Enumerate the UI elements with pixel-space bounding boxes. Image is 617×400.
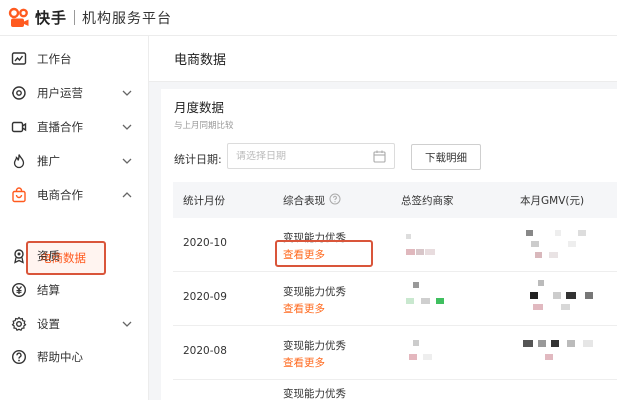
chevron-down-icon[interactable]: [118, 90, 136, 96]
column-header-gmv: 本月GMV(元): [520, 195, 585, 207]
sidebar-item-settings[interactable]: 设置: [0, 309, 149, 339]
chevron-down-icon[interactable]: [118, 321, 136, 327]
month-cell: 2020-08: [183, 345, 227, 357]
gear-icon: [11, 316, 27, 332]
sidebar-item-live[interactable]: 直播合作: [0, 112, 149, 142]
brand-divider: [74, 10, 76, 25]
date-picker[interactable]: [227, 143, 395, 169]
sidebar-item-label: 电商合作: [37, 188, 83, 202]
sidebar-item-label: 工作台: [37, 52, 72, 66]
view-more-link[interactable]: 查看更多: [283, 301, 325, 316]
month-cell: 2020-09: [183, 291, 227, 303]
shopping-bag-icon: [11, 187, 27, 203]
sidebar-item-label: 推广: [37, 154, 60, 168]
date-input[interactable]: [236, 150, 366, 162]
section-title: 月度数据: [174, 100, 225, 115]
dashboard-icon: [11, 51, 27, 67]
page-title: 电商数据: [174, 53, 227, 68]
chevron-up-icon[interactable]: [118, 192, 136, 198]
sidebar-item-workbench[interactable]: 工作台: [0, 44, 149, 74]
brand-name: 快手: [35, 9, 68, 27]
column-header-merchants: 总签约商家: [401, 195, 454, 207]
view-more-link[interactable]: 查看更多: [283, 355, 325, 370]
certificate-icon: [11, 248, 27, 264]
table-row: 2020-09 变现能力优秀 查看更多: [173, 272, 617, 326]
platform-name: 机构服务平台: [82, 10, 173, 27]
question-circle-icon[interactable]: [329, 193, 341, 208]
date-filter-label: 统计日期:: [174, 153, 222, 166]
sidebar-item-qualification[interactable]: 资质: [0, 241, 149, 271]
user-ops-icon: [11, 85, 27, 101]
column-header-performance: 综合表现: [283, 193, 341, 208]
chevron-down-icon[interactable]: [118, 124, 136, 130]
performance-cell: 变现能力优秀: [283, 286, 346, 298]
section-subtitle: 与上月同期比较: [174, 121, 234, 131]
help-icon: [11, 349, 27, 365]
sidebar-item-label: 资质: [37, 249, 60, 263]
sidebar-item-label: 结算: [37, 283, 60, 297]
chevron-down-icon[interactable]: [118, 158, 136, 164]
yuan-icon: [11, 282, 27, 298]
flame-icon: [11, 153, 27, 169]
table-header: 统计月份 综合表现 总签约商家 本月GMV(元): [173, 182, 617, 218]
sidebar-item-settlement[interactable]: 结算: [0, 275, 149, 305]
sidebar-item-label: 直播合作: [37, 120, 83, 134]
sidebar-item-help-center[interactable]: 帮助中心: [0, 342, 149, 372]
performance-cell: 变现能力优秀: [283, 388, 346, 400]
sidebar-item-ecommerce[interactable]: 电商合作: [0, 180, 149, 210]
download-details-button[interactable]: 下载明细: [411, 144, 481, 170]
performance-cell: 变现能力优秀: [283, 340, 346, 352]
sidebar-item-label: 设置: [37, 317, 60, 331]
kuaishou-logo-icon[interactable]: [8, 7, 30, 29]
main-content: 电商数据 月度数据 与上月同期比较 统计日期: 下载明细 统计月份 综合表现 总…: [149, 36, 617, 400]
sidebar-item-user-ops[interactable]: 用户运营: [0, 78, 149, 108]
column-header-month: 统计月份: [183, 195, 225, 207]
table-row: 2020-08 变现能力优秀 查看更多: [173, 326, 617, 380]
calendar-icon[interactable]: [373, 150, 386, 166]
sidebar-item-label: 用户运营: [37, 86, 83, 100]
live-camera-icon: [11, 119, 27, 135]
sidebar: 工作台 用户运营 直播合作 推广 电商合作 电商数据 资质 结算 设置 帮助中心: [0, 36, 149, 400]
sidebar-item-label: 帮助中心: [37, 350, 83, 364]
monthly-data-card: 月度数据 与上月同期比较 统计日期: 下载明细 统计月份 综合表现 总签约商家 …: [161, 89, 617, 400]
column-header-label: 综合表现: [283, 195, 325, 207]
highlight-box: [275, 240, 373, 267]
table-row: 2020-10 变现能力优秀 查看更多: [173, 218, 617, 272]
top-bar: 快手 机构服务平台: [0, 0, 617, 36]
table-row: 变现能力优秀: [173, 380, 617, 400]
page-header: 电商数据: [149, 36, 617, 82]
month-cell: 2020-10: [183, 237, 227, 249]
sidebar-item-promotion[interactable]: 推广: [0, 146, 149, 176]
